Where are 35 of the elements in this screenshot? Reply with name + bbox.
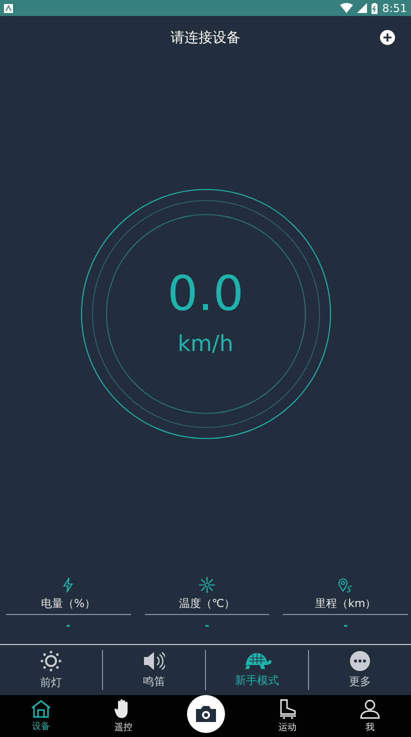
wifi-icon bbox=[340, 3, 354, 13]
person-icon bbox=[360, 698, 380, 718]
stat-value: - bbox=[204, 619, 210, 632]
skate-icon bbox=[278, 698, 298, 718]
battery-icon bbox=[371, 2, 378, 14]
speed-value: 0.0 bbox=[167, 270, 244, 318]
home-icon bbox=[31, 700, 52, 718]
location-icon bbox=[338, 577, 354, 593]
camera-button[interactable] bbox=[186, 695, 224, 733]
mode-button[interactable]: 鸣笛 bbox=[103, 647, 205, 693]
speaker-icon bbox=[143, 651, 165, 671]
sun-icon bbox=[40, 650, 62, 672]
nav-tab[interactable]: 我 bbox=[328, 695, 411, 737]
stat-label: 温度（℃） bbox=[178, 596, 236, 611]
signal-icon bbox=[357, 3, 368, 13]
camera-icon bbox=[194, 705, 216, 723]
nav-tab[interactable]: 设备 bbox=[0, 695, 82, 737]
speed-unit: km/h bbox=[178, 332, 234, 357]
page-title: 请连接设备 bbox=[170, 29, 240, 47]
stat-label: 里程（km） bbox=[315, 596, 376, 611]
lightning-icon bbox=[62, 577, 74, 593]
stat-label: 电量（%） bbox=[41, 596, 96, 611]
mode-button[interactable]: 前灯 bbox=[0, 647, 102, 693]
stat-value: - bbox=[66, 619, 71, 632]
status-time: 8:51 bbox=[382, 2, 407, 14]
nav-tab[interactable]: 运动 bbox=[246, 695, 329, 737]
turtle-icon bbox=[242, 652, 272, 670]
more-icon bbox=[350, 651, 370, 671]
stat-value: - bbox=[343, 619, 348, 632]
add-icon[interactable] bbox=[380, 30, 395, 45]
app-notification-icon bbox=[4, 4, 13, 12]
snowflake-icon bbox=[199, 577, 215, 593]
nav-tab[interactable]: 遥控 bbox=[82, 695, 164, 737]
mode-button[interactable]: 更多 bbox=[309, 647, 411, 693]
mode-button[interactable]: 新手模式 bbox=[206, 647, 308, 693]
